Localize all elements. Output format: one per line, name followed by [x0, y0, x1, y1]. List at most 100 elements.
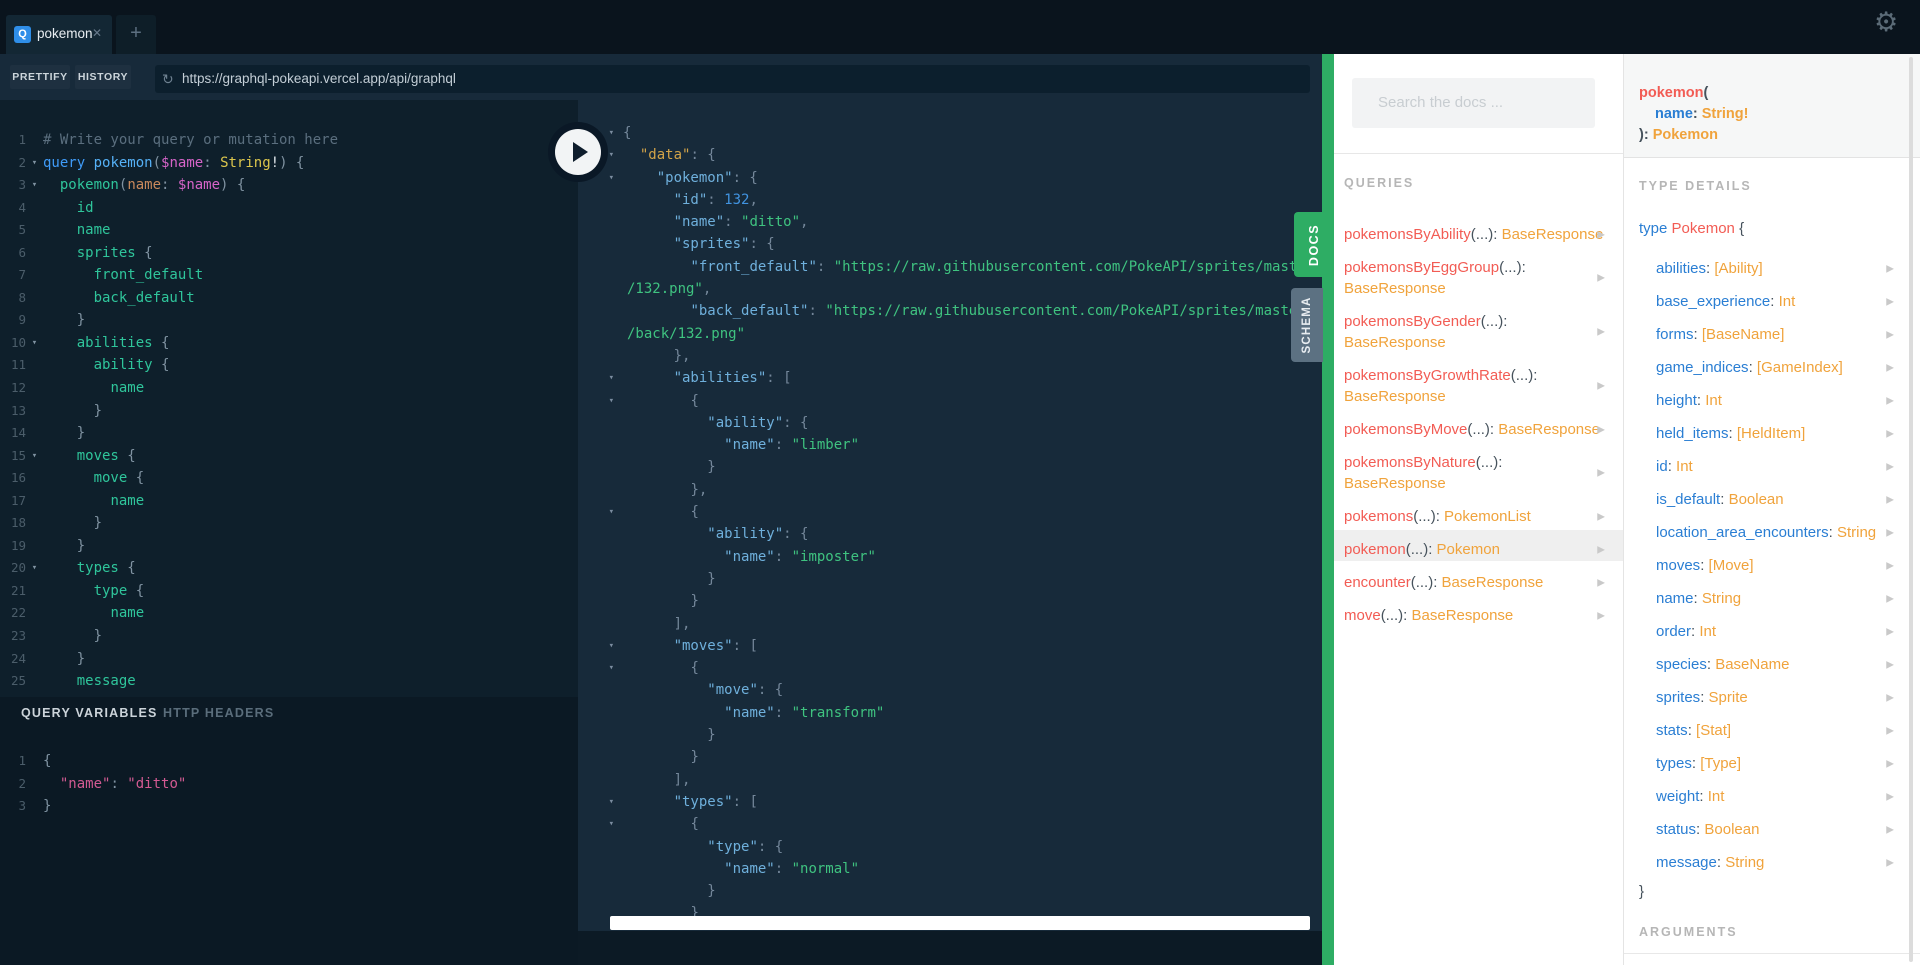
fold-arrow-icon[interactable]: ▾ [26, 332, 43, 355]
fold-arrow-icon[interactable] [26, 264, 43, 287]
fold-arrow-icon[interactable] [26, 490, 43, 513]
type-field-item[interactable]: id: Int▶ [1656, 450, 1901, 483]
fold-arrow-icon[interactable] [26, 648, 43, 671]
fold-arrow-icon[interactable] [26, 535, 43, 558]
fold-arrow-icon[interactable]: ▾ [26, 174, 43, 197]
query-line[interactable]: 12 name [0, 377, 578, 400]
query-line[interactable]: 5 name [0, 219, 578, 242]
fold-arrow-icon[interactable]: ▾ [578, 657, 623, 679]
docs-query-item[interactable]: encounter(...): BaseResponse▶ [1344, 572, 1605, 593]
query-line[interactable]: 24 } [0, 648, 578, 671]
type-field-item[interactable]: stats: [Stat]▶ [1656, 714, 1901, 747]
query-line[interactable]: 21 type { [0, 580, 578, 603]
fold-arrow-icon[interactable]: ▾ [26, 152, 43, 175]
close-tab-icon[interactable]: ✕ [92, 26, 102, 40]
fold-arrow-icon[interactable] [26, 400, 43, 423]
docs-panel-divider[interactable] [1322, 54, 1334, 965]
query-line[interactable]: 22 name [0, 602, 578, 625]
query-line[interactable]: 19 } [0, 535, 578, 558]
query-line[interactable]: 23 } [0, 625, 578, 648]
query-line[interactable]: 17 name [0, 490, 578, 513]
type-field-item[interactable]: order: Int▶ [1656, 615, 1901, 648]
docs-search-input[interactable]: Search the docs ... [1352, 78, 1595, 128]
query-line[interactable]: 9 } [0, 309, 578, 332]
query-line[interactable]: 6 sprites { [0, 242, 578, 265]
fold-arrow-icon[interactable] [26, 422, 43, 445]
variables-line[interactable]: 1{ [0, 750, 578, 773]
query-editor[interactable]: 1# Write your query or mutation here2▾qu… [0, 100, 578, 697]
fold-arrow-icon[interactable]: ▾ [578, 390, 623, 412]
docs-query-item[interactable]: pokemonsByEggGroup(...):BaseResponse▶ [1344, 257, 1605, 299]
settings-gear-icon[interactable]: ⚙ [1874, 9, 1898, 36]
fold-arrow-icon[interactable]: ▾ [578, 367, 623, 389]
fold-arrow-icon[interactable] [26, 287, 43, 310]
fold-arrow-icon[interactable] [26, 129, 43, 152]
fold-arrow-icon[interactable] [26, 219, 43, 242]
type-field-item[interactable]: moves: [Move]▶ [1656, 549, 1901, 582]
docs-query-item[interactable]: pokemonsByAbility(...): BaseResponse▶ [1344, 224, 1605, 245]
new-tab-button[interactable]: + [116, 15, 156, 54]
query-line[interactable]: 1# Write your query or mutation here [0, 129, 578, 152]
fold-arrow-icon[interactable] [26, 625, 43, 648]
docs-query-item[interactable]: pokemon(...): Pokemon▶ [1344, 539, 1605, 560]
refresh-schema-icon[interactable]: ↻ [162, 70, 174, 88]
type-field-item[interactable]: held_items: [HeldItem]▶ [1656, 417, 1901, 450]
query-line[interactable]: 20▾ types { [0, 557, 578, 580]
docs-side-tab[interactable]: DOCS [1294, 212, 1334, 277]
horizontal-scrollbar[interactable] [610, 916, 1310, 930]
type-field-item[interactable]: forms: [BaseName]▶ [1656, 318, 1901, 351]
type-field-item[interactable]: status: Boolean▶ [1656, 813, 1901, 846]
fold-arrow-icon[interactable]: ▾ [578, 813, 623, 835]
query-line[interactable]: 3▾ pokemon(name: $name) { [0, 174, 578, 197]
docs-query-item[interactable]: pokemonsByMove(...): BaseResponse▶ [1344, 419, 1605, 440]
fold-arrow-icon[interactable] [26, 197, 43, 220]
execute-button[interactable] [548, 122, 608, 182]
query-line[interactable]: 8 back_default [0, 287, 578, 310]
query-line[interactable]: 16 move { [0, 467, 578, 490]
fold-arrow-icon[interactable] [26, 580, 43, 603]
fold-arrow-icon[interactable] [26, 670, 43, 693]
variables-line[interactable]: 3} [0, 795, 578, 818]
fold-arrow-icon[interactable] [26, 242, 43, 265]
variables-code[interactable]: 1{2 "name": "ditto"3} [0, 750, 578, 818]
docs-query-item[interactable]: move(...): BaseResponse▶ [1344, 605, 1605, 626]
history-button[interactable]: HISTORY [75, 65, 131, 89]
type-field-item[interactable]: game_indices: [GameIndex]▶ [1656, 351, 1901, 384]
query-line[interactable]: 7 front_default [0, 264, 578, 287]
query-line[interactable]: 18 } [0, 512, 578, 535]
tab-http-headers[interactable]: HTTP HEADERS [163, 706, 274, 720]
type-field-item[interactable]: location_area_encounters: String▶ [1656, 516, 1901, 549]
session-tab[interactable]: Q pokemon ✕ [6, 15, 112, 54]
query-line[interactable]: 25 message [0, 670, 578, 693]
query-line[interactable]: 11 ability { [0, 354, 578, 377]
query-code[interactable]: 1# Write your query or mutation here2▾qu… [0, 129, 578, 693]
type-field-item[interactable]: sprites: Sprite▶ [1656, 681, 1901, 714]
query-line[interactable]: 2▾query pokemon($name: String!) { [0, 152, 578, 175]
fold-arrow-icon[interactable]: ▾ [578, 501, 623, 523]
schema-side-tab[interactable]: SCHEMA [1291, 288, 1323, 362]
fold-arrow-icon[interactable] [26, 602, 43, 625]
type-field-item[interactable]: name: String▶ [1656, 582, 1901, 615]
fold-arrow-icon[interactable]: ▾ [578, 635, 623, 657]
variables-line[interactable]: 2 "name": "ditto" [0, 773, 578, 796]
type-field-item[interactable]: message: String▶ [1656, 846, 1901, 879]
vertical-scrollbar[interactable] [1909, 57, 1913, 962]
type-field-item[interactable]: types: [Type]▶ [1656, 747, 1901, 780]
type-field-item[interactable]: species: BaseName▶ [1656, 648, 1901, 681]
query-line[interactable]: 14 } [0, 422, 578, 445]
docs-query-item[interactable]: pokemons(...): PokemonList▶ [1344, 506, 1605, 527]
fold-arrow-icon[interactable]: ▾ [26, 557, 43, 580]
type-field-item[interactable]: abilities: [Ability]▶ [1656, 252, 1901, 285]
docs-query-item[interactable]: pokemonsByGender(...):BaseResponse▶ [1344, 311, 1605, 353]
query-line[interactable]: 15▾ moves { [0, 445, 578, 468]
endpoint-url-input[interactable]: ↻ https://graphql-pokeapi.vercel.app/api… [155, 65, 1310, 93]
fold-arrow-icon[interactable] [26, 467, 43, 490]
docs-query-item[interactable]: pokemonsByNature(...):BaseResponse▶ [1344, 452, 1605, 494]
query-line[interactable]: 4 id [0, 197, 578, 220]
fold-arrow-icon[interactable] [26, 309, 43, 332]
fold-arrow-icon[interactable] [26, 377, 43, 400]
prettify-button[interactable]: PRETTIFY [10, 65, 70, 89]
query-line[interactable]: 13 } [0, 400, 578, 423]
fold-arrow-icon[interactable]: ▾ [578, 791, 623, 813]
query-line[interactable]: 10▾ abilities { [0, 332, 578, 355]
